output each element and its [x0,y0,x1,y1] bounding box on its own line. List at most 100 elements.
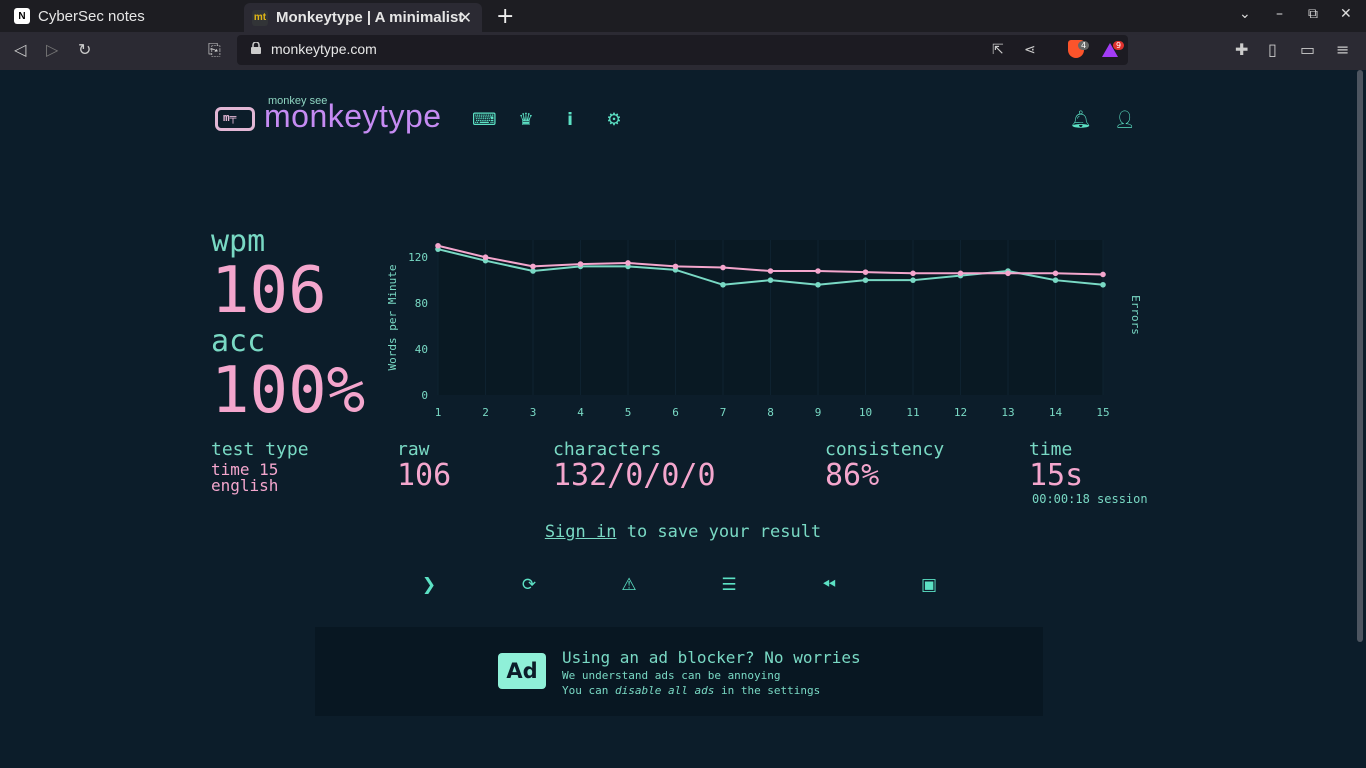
next-test-icon[interactable]: ❯ [418,574,440,596]
ad-title: Using an ad blocker? No worries [562,648,861,667]
wpm-chart: 040801201 2 3 4 5 6 7 8 9 10 11 12 13 14 15Words per M… [386,240,1142,419]
restart-icon[interactable]: ⟳ [518,574,540,596]
keyboard-icon[interactable]: ⌨ [472,110,497,130]
new-tab-button[interactable]: + [496,4,514,29]
url-text: monkeytype.com [271,41,377,57]
user-icon[interactable]: 👤︎ [1114,110,1136,130]
point-wpm [435,242,441,249]
point-wpm [577,261,584,267]
y-tick-label: 0 [421,389,428,402]
y-tick-label: 80 [415,297,428,310]
tab-monkeytype[interactable]: mt Monkeytype | A minimalist ✕ [244,3,482,32]
x-tick-label: 13 [1001,406,1014,419]
point-wpm [815,268,821,274]
disable-ads-text[interactable]: disable all ads [615,684,714,697]
words-history-icon[interactable]: ☰ [718,574,740,596]
time-label: time [1029,439,1073,460]
rewards-count-badge: 9 [1113,41,1125,50]
ad-notice: Ad Using an ad blocker? No worries We un… [315,627,1043,716]
page-scrollbar[interactable] [1357,70,1363,642]
point-wpm [957,270,964,277]
consistency-label: consistency [825,439,945,460]
point-wpm [625,260,631,266]
x-tick-label: 8 [767,406,774,419]
characters-label: characters [553,439,662,460]
time-value: 15s [1029,458,1084,493]
test-type-label: test type [211,439,309,460]
characters-value: 132/0/0/0 [553,458,716,493]
x-tick-label: 1 [435,406,442,419]
point-wpm [720,264,726,271]
logo-text[interactable]: monkeytype [264,98,442,135]
crown-icon[interactable]: ♛ [516,110,536,130]
x-tick-label: 3 [530,406,537,419]
address-bar[interactable]: monkeytype.com ⇱ ⋖ [237,35,1128,65]
point-raw [1100,281,1106,288]
point-wpm [1100,271,1106,278]
open-external-icon[interactable]: ⇱ [992,42,1004,58]
x-tick-label: 11 [906,406,919,419]
close-tab-icon[interactable]: ✕ [459,8,472,28]
point-wpm [1005,270,1011,277]
x-tick-label: 4 [577,406,584,419]
logo-keyboard-icon[interactable]: m╤ [215,107,255,131]
sidebar-icon[interactable]: ▯ [1268,40,1277,59]
x-tick-label: 5 [625,406,632,419]
wallet-icon[interactable]: ▭ [1300,40,1315,59]
back-icon[interactable]: ◁ [14,40,26,59]
signin-rest: to save your result [616,522,822,542]
point-raw [767,277,774,283]
point-raw [862,277,869,283]
y-tick-label: 40 [415,343,428,356]
bell-icon[interactable]: 🔔︎ [1070,110,1092,130]
y-axis-label: Words per Minute [386,265,399,371]
close-window-button[interactable]: ✕ [1340,6,1352,22]
session-time: 00:00:18 session [1032,492,1148,506]
tab-title: Monkeytype | A minimalist [276,9,464,26]
ad-line-2: You can disable all ads in the settings [562,684,821,697]
bookmark-icon[interactable]: ⎘ [208,40,221,60]
point-raw [1052,277,1059,283]
forward-icon[interactable]: ▷ [46,40,58,59]
extensions-icon[interactable]: ✚ [1235,40,1248,59]
x-tick-label: 2 [482,406,489,419]
monkeytype-favicon: mt [252,9,268,26]
ad-line-1: We understand ads can be annoying [562,669,781,682]
replay-icon[interactable]: ⏪︎ [818,574,840,596]
y2-axis-label: Errors [1129,295,1142,335]
notion-icon: N [14,8,30,24]
reload-icon[interactable]: ↻ [78,40,91,59]
raw-label: raw [397,439,430,460]
point-wpm [530,263,536,270]
tab-cybersec-notes[interactable]: N CyberSec notes [0,0,240,32]
y-tick-label: 120 [408,251,428,264]
ad-icon: Ad [498,653,546,689]
raw-value: 106 [397,458,452,493]
x-tick-label: 12 [954,406,967,419]
point-wpm [672,263,679,270]
x-tick-label: 14 [1049,406,1063,419]
signin-prompt: Sign in to save your result [0,522,1366,542]
signin-link[interactable]: Sign in [545,522,617,542]
gear-icon[interactable]: ⚙ [604,110,624,130]
browser-tabbar: N CyberSec notes mt Monkeytype | A minim… [0,0,1366,32]
x-tick-label: 6 [672,406,679,419]
screenshot-icon[interactable]: ▣ [918,574,940,596]
info-icon[interactable]: i [560,110,580,130]
point-wpm [767,268,774,274]
test-type-language: english [211,476,279,495]
point-raw [720,281,726,288]
tab-list-icon[interactable]: ⌄ [1239,6,1251,22]
consistency-value: 86% [825,458,880,493]
maximize-button[interactable]: ⧉ [1308,6,1318,22]
wpm-value: 106 [211,254,327,328]
report-warning-icon[interactable]: ⚠ [618,574,640,596]
menu-icon[interactable]: ≡ [1336,40,1349,59]
point-wpm [482,254,489,261]
acc-value: 100% [211,354,366,428]
minimize-button[interactable]: – [1276,6,1283,22]
point-raw [815,281,821,288]
lock-icon [251,42,261,54]
share-icon[interactable]: ⋖ [1024,42,1036,58]
point-wpm [862,269,869,275]
